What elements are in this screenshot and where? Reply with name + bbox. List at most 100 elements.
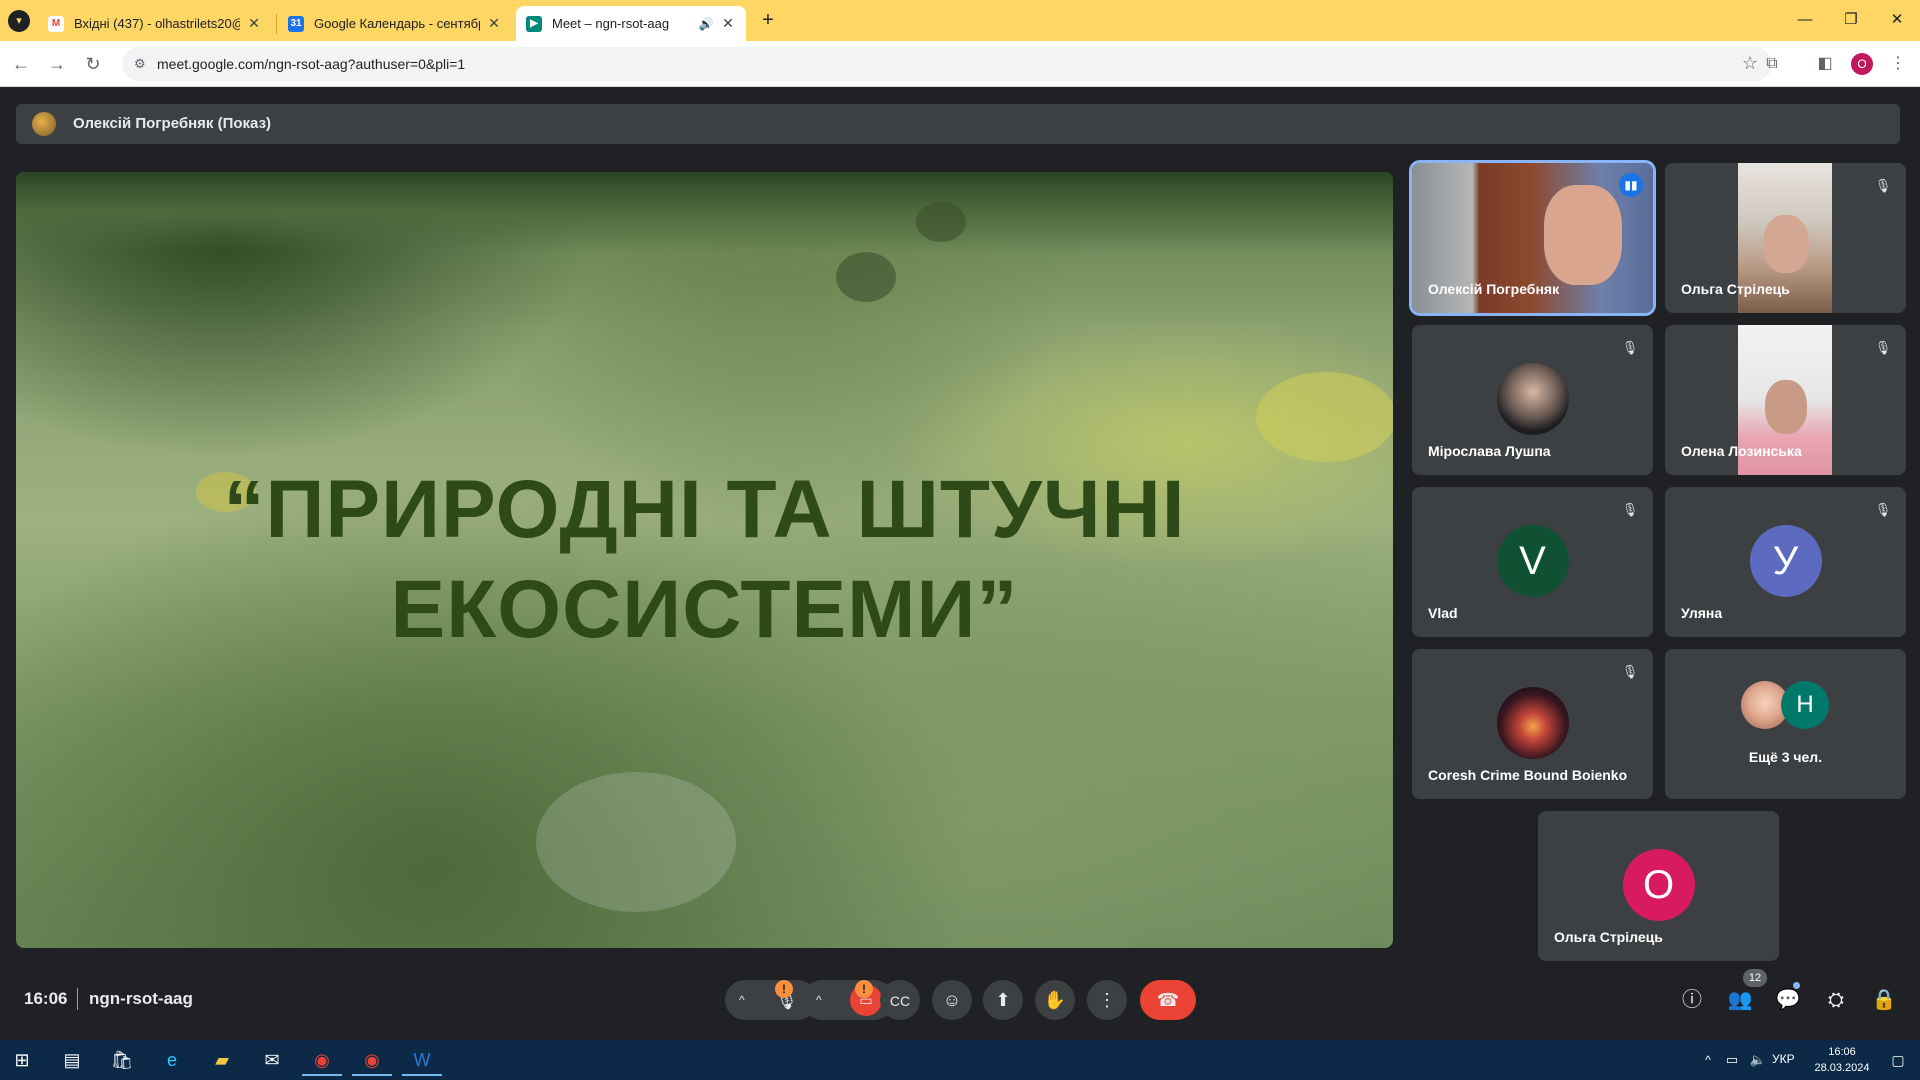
people-count-badge: 12 — [1743, 969, 1767, 987]
participant-tile[interactable]: ▮▮ Олексій Погребняк — [1409, 160, 1656, 316]
speaker-icon[interactable]: 🔊 — [698, 17, 714, 31]
browser-menu-icon[interactable]: ⋮ — [1887, 53, 1909, 75]
slide-background — [916, 202, 966, 242]
participant-name: Coresh Crime Bound Boienko — [1428, 767, 1628, 783]
participant-avatar: H — [1781, 681, 1829, 729]
participant-name: Vlad — [1428, 605, 1458, 621]
close-tab-icon[interactable]: ✕ — [246, 15, 262, 32]
slide-background — [536, 772, 736, 912]
back-button[interactable]: ← — [8, 51, 34, 77]
chrome-icon[interactable]: ◉ — [352, 1044, 392, 1076]
presenter-avatar — [32, 112, 56, 136]
participant-photo — [1496, 363, 1569, 435]
task-view-icon[interactable]: ▤ — [52, 1044, 92, 1076]
captions-button[interactable]: CC — [880, 980, 920, 1020]
site-settings-icon[interactable]: ⚙ — [134, 56, 150, 72]
raise-hand-button[interactable]: ✋ — [1035, 980, 1075, 1020]
participant-tile[interactable]: 🎙︎ Олена Лозинська — [1665, 325, 1906, 475]
gmail-icon: M — [48, 15, 64, 32]
tab-title: Google Календарь - сентябрь — [314, 16, 480, 31]
mic-alert-badge: ! — [775, 980, 793, 998]
profile-avatar[interactable]: O — [1851, 53, 1873, 75]
participant-avatar: О — [1622, 849, 1695, 921]
clock-time: 16:06 — [1828, 1046, 1856, 1058]
clock-date: 28.03.2024 — [1814, 1062, 1870, 1074]
chat-dot-indicator — [1793, 982, 1800, 989]
file-explorer-icon[interactable]: ▰ — [202, 1044, 242, 1076]
participant-tile[interactable]: О Ольга Стрілець — [1538, 811, 1779, 961]
reactions-button[interactable]: ☺ — [932, 980, 972, 1020]
present-button[interactable]: ⬆ — [983, 980, 1023, 1020]
minimize-button[interactable]: — — [1790, 8, 1820, 32]
participant-face — [1763, 215, 1809, 273]
shared-screen[interactable]: “ПРИРОДНІ ТА ШТУЧНІ ЕКОСИСТЕМИ” — [16, 172, 1393, 948]
captions-icon: CC — [889, 993, 911, 1009]
mic-off-icon: 🎙︎ — [1874, 502, 1892, 517]
restore-button[interactable]: ❐ — [1836, 8, 1866, 32]
mic-off-icon: 🎙︎ — [1621, 502, 1639, 517]
hand-icon: ✋ — [1043, 990, 1067, 1010]
meeting-code: ngn-rsot-aag — [89, 989, 193, 1008]
notifications-icon[interactable]: ▢ — [1878, 1044, 1918, 1076]
slide-background — [836, 252, 896, 302]
browser-tab-meet[interactable]: ▶ Meet – ngn-rsot-aag 🔊 ✕ — [516, 6, 746, 41]
windows-taskbar: ⊞ ▤ 🛍 e ▰ ✉ ◉ ◉ W ^ ▭ 🔈 УКР 16:06 28.03.… — [0, 1040, 1920, 1080]
leave-call-button[interactable]: ☎ — [1140, 980, 1196, 1020]
system-clock[interactable]: 16:06 28.03.2024 — [1812, 1044, 1872, 1076]
meeting-info-icon[interactable]: ⓘ — [1678, 986, 1706, 1014]
close-tab-icon[interactable]: ✕ — [720, 15, 736, 32]
meet-icon: ▶ — [526, 15, 542, 32]
browser-tab-calendar[interactable]: 31 Google Календарь - сентябрь ✕ — [278, 6, 512, 41]
forward-button[interactable]: → — [44, 51, 70, 77]
participant-tile[interactable]: У 🎙︎ Уляна — [1665, 487, 1906, 637]
participant-name: Уляна — [1681, 605, 1723, 621]
close-tab-icon[interactable]: ✕ — [486, 15, 502, 32]
url-text[interactable]: meet.google.com/ngn-rsot-aag?authuser=0&… — [157, 56, 465, 72]
side-panel-icon[interactable]: ◧ — [1814, 53, 1836, 75]
slide-background — [16, 172, 1393, 252]
participant-avatar: У — [1749, 525, 1822, 597]
chrome-icon[interactable]: ◉ — [302, 1044, 342, 1076]
emoji-icon: ☺ — [942, 990, 962, 1010]
participant-name: Ольга Стрілець — [1681, 281, 1790, 297]
new-tab-button[interactable]: + — [756, 8, 780, 32]
slide-title-line: ЕКОСИСТЕМИ” — [390, 564, 1019, 655]
word-icon[interactable]: W — [402, 1044, 442, 1076]
participant-name: Ольга Стрілець — [1554, 929, 1663, 945]
tab-search-button[interactable]: ▾ — [8, 10, 30, 32]
more-participants-label: Ещё 3 чел. — [1748, 749, 1823, 765]
keyboard-language[interactable]: УКР — [1772, 1052, 1795, 1066]
activities-icon[interactable]: ⛭ — [1822, 986, 1850, 1014]
participant-tile[interactable]: 🎙︎ Ольга Стрілець — [1665, 163, 1906, 313]
camera-alert-badge: ! — [855, 980, 873, 998]
store-icon[interactable]: 🛍 — [102, 1044, 142, 1076]
participant-tile[interactable]: 🎙︎ Coresh Crime Bound Boienko — [1412, 649, 1653, 799]
mic-off-icon: 🎙︎ — [1874, 340, 1892, 355]
edge-icon[interactable]: e — [152, 1044, 192, 1076]
reload-button[interactable]: ↻ — [80, 51, 106, 77]
more-options-button[interactable]: ⋮ — [1087, 980, 1127, 1020]
close-window-button[interactable]: ✕ — [1882, 8, 1912, 32]
mail-icon[interactable]: ✉ — [252, 1044, 292, 1076]
participant-avatar: V — [1496, 525, 1569, 597]
host-controls-icon[interactable]: 🔒 — [1870, 986, 1898, 1014]
meeting-time: 16:06 — [24, 989, 68, 1008]
presenter-label: Олексій Погребняк (Показ) — [73, 115, 272, 132]
browser-tab-strip: ▾ M Вхідні (437) - olhastrilets20@g ✕ 31… — [0, 0, 1920, 41]
tab-title: Вхідні (437) - olhastrilets20@g — [74, 16, 240, 31]
extensions-icon[interactable]: ⧉ — [1761, 53, 1783, 75]
chevron-up-icon[interactable]: ^ — [816, 980, 822, 1020]
more-participants-tile[interactable]: H Ещё 3 чел. — [1665, 649, 1906, 799]
participant-tile[interactable]: 🎙︎ Міросл​ава Лушпа — [1412, 325, 1653, 475]
browser-tab-gmail[interactable]: M Вхідні (437) - olhastrilets20@g ✕ — [38, 6, 272, 41]
chevron-up-icon[interactable]: ^ — [739, 980, 745, 1020]
participant-name: Олена Лозинська — [1681, 443, 1802, 459]
people-icon[interactable]: 👥 — [1726, 986, 1754, 1014]
chat-icon[interactable]: 💬 — [1774, 986, 1802, 1014]
start-button[interactable]: ⊞ — [2, 1044, 42, 1076]
bookmark-star-icon[interactable]: ☆ — [1742, 53, 1758, 74]
participant-name: Міросл​ава Лушпа — [1428, 443, 1551, 459]
address-bar[interactable]: ⚙ meet.google.com/ngn-rsot-aag?authuser=… — [122, 47, 1772, 81]
participant-tile[interactable]: V 🎙︎ Vlad — [1412, 487, 1653, 637]
mic-off-icon: 🎙︎ — [1621, 664, 1639, 679]
